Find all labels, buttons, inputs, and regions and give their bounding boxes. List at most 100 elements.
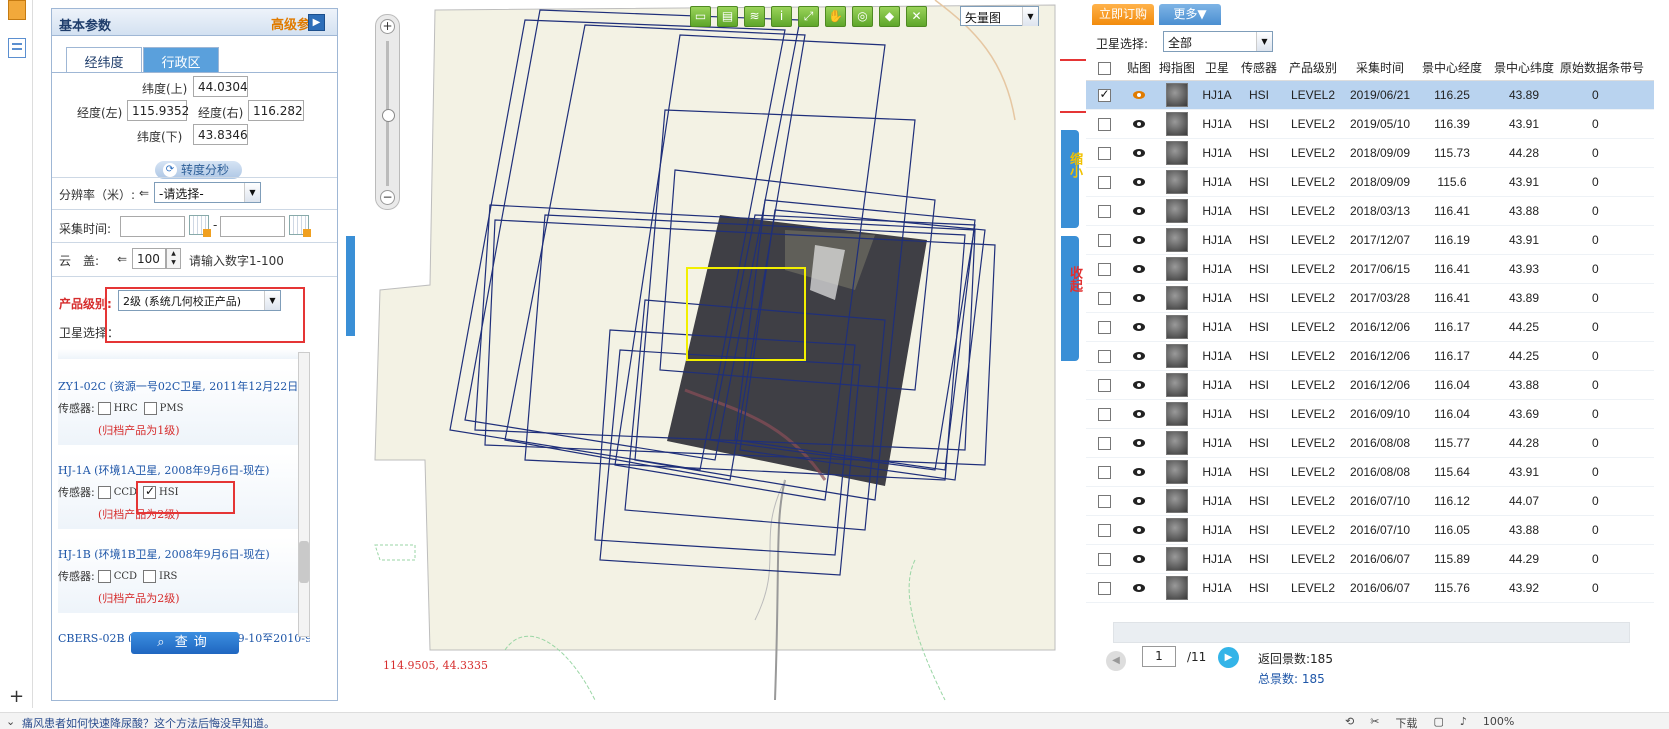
eye-icon[interactable] xyxy=(1133,352,1145,361)
pan-icon[interactable]: ▭ xyxy=(690,6,711,27)
row-select-cell[interactable] xyxy=(1086,80,1122,110)
table-row[interactable]: HJ1A HSI LEVEL2 2016/09/10 116.04 43.69 0 xyxy=(1086,399,1654,429)
eye-icon[interactable] xyxy=(1133,207,1145,216)
overlay-cell[interactable] xyxy=(1122,341,1156,371)
header-select-all[interactable] xyxy=(1086,56,1122,81)
order-now-button[interactable]: 立即订购 xyxy=(1092,4,1154,25)
table-row[interactable]: HJ1AHSILEVEL22019/06/21116.2543.890 xyxy=(1086,80,1654,110)
table-row[interactable]: HJ1A HSI LEVEL2 2016/07/10 116.12 44.07 0 xyxy=(1086,486,1654,516)
resolution-select[interactable]: -请选择- ▼ xyxy=(154,182,261,203)
overlay-cell[interactable] xyxy=(1122,399,1156,429)
lat-top-field[interactable]: 44.0304 xyxy=(193,76,248,97)
eye-icon[interactable] xyxy=(1133,323,1145,332)
overlay-cell[interactable] xyxy=(1122,109,1156,139)
sensor-checkbox[interactable] xyxy=(143,401,157,415)
overlay-cell[interactable] xyxy=(1122,515,1156,545)
thumbnail-image[interactable] xyxy=(1166,256,1188,281)
overlay-cell[interactable] xyxy=(1122,167,1156,197)
eye-icon[interactable] xyxy=(1133,555,1145,564)
thumbnail-image[interactable] xyxy=(1166,401,1188,426)
overlay-cell[interactable] xyxy=(1122,196,1156,226)
thumbnail-cell[interactable] xyxy=(1156,80,1198,110)
calendar-icon[interactable] xyxy=(289,215,311,237)
eye-icon[interactable] xyxy=(1133,265,1145,274)
row-checkbox[interactable] xyxy=(1097,204,1111,218)
thumbnail-image[interactable] xyxy=(1166,575,1188,600)
row-checkbox[interactable] xyxy=(1097,233,1111,247)
thumbnail-cell[interactable] xyxy=(1156,109,1198,139)
page-number-field[interactable]: 1 xyxy=(1142,646,1176,667)
row-checkbox[interactable] xyxy=(1097,407,1111,421)
thumbnail-image[interactable] xyxy=(1166,517,1188,542)
row-select-cell[interactable] xyxy=(1086,370,1122,400)
overlay-cell[interactable] xyxy=(1122,80,1156,110)
row-select-cell[interactable] xyxy=(1086,109,1122,139)
thumbnail-cell[interactable] xyxy=(1156,515,1198,545)
overlay-cell[interactable] xyxy=(1122,254,1156,284)
overlay-cell[interactable] xyxy=(1122,457,1156,487)
next-page-icon[interactable]: ▶ xyxy=(1218,647,1239,668)
table-row[interactable]: HJ1A HSI LEVEL2 2016/08/08 115.77 44.28 0 xyxy=(1086,428,1654,458)
thumbnail-image[interactable] xyxy=(1166,430,1188,455)
zoom-handle[interactable] xyxy=(382,109,395,122)
table-row[interactable]: HJ1A HSI LEVEL2 2016/12/06 116.17 44.25 0 xyxy=(1086,312,1654,342)
row-select-cell[interactable] xyxy=(1086,225,1122,255)
horizontal-scrollbar[interactable] xyxy=(1113,622,1630,643)
thumbnail-image[interactable] xyxy=(1166,285,1188,310)
eye-icon[interactable] xyxy=(1133,149,1145,158)
thumbnail-cell[interactable] xyxy=(1156,225,1198,255)
sensor-checkbox-checked[interactable] xyxy=(143,484,157,499)
sensor-checkbox[interactable] xyxy=(97,485,111,499)
sensor-checkbox[interactable] xyxy=(97,401,111,415)
table-row[interactable]: HJ1A HSI LEVEL2 2016/08/08 115.64 43.91 0 xyxy=(1086,457,1654,487)
calendar-icon[interactable] xyxy=(189,215,211,237)
row-select-cell[interactable] xyxy=(1086,138,1122,168)
scrollbar[interactable] xyxy=(298,352,310,637)
thumbnail-cell[interactable] xyxy=(1156,196,1198,226)
row-checkbox[interactable] xyxy=(1097,378,1111,392)
table-row[interactable]: HJ1A HSI LEVEL2 2016/06/07 115.76 43.92 0 xyxy=(1086,573,1654,603)
news-ticker[interactable]: 痛风患者如何快速降尿酸？这个方法后悔没早知道。 xyxy=(22,715,275,729)
map-layer-select[interactable]: 矢量图 ▼ xyxy=(960,6,1039,26)
cloud-stepper[interactable]: ▲ ▼ xyxy=(166,248,181,269)
expand-arrow-icon[interactable]: ▶ xyxy=(308,14,325,31)
layer-icon[interactable]: ◆ xyxy=(879,6,900,27)
cloud-field[interactable]: 100 xyxy=(132,248,166,269)
zoom-in-icon[interactable]: + xyxy=(380,19,395,34)
row-select-cell[interactable] xyxy=(1086,254,1122,284)
prev-page-icon[interactable]: ◀ xyxy=(1106,651,1126,671)
eye-icon[interactable] xyxy=(1133,410,1145,419)
table-row[interactable]: HJ1A HSI LEVEL2 2016/12/06 116.17 44.25 0 xyxy=(1086,341,1654,371)
thumbnail-cell[interactable] xyxy=(1156,544,1198,574)
table-row[interactable]: HJ1A HSI LEVEL2 2018/09/09 115.6 43.91 0 xyxy=(1086,167,1654,197)
thumbnail-cell[interactable] xyxy=(1156,486,1198,516)
product-level-select[interactable]: 2级 (系统几何校正产品) ▼ xyxy=(118,290,281,311)
measure-icon[interactable]: ≋ xyxy=(744,6,765,27)
row-checkbox[interactable] xyxy=(1097,146,1111,160)
thumbnail-cell[interactable] xyxy=(1156,399,1198,429)
thumbnail-cell[interactable] xyxy=(1156,312,1198,342)
thumbnail-image[interactable] xyxy=(1166,198,1188,223)
eye-icon[interactable] xyxy=(1133,236,1145,245)
thumbnail-image[interactable] xyxy=(1166,343,1188,368)
select-all-checkbox[interactable] xyxy=(1097,61,1111,75)
clear-icon[interactable]: ✕ xyxy=(906,6,927,27)
table-row[interactable]: HJ1A HSI LEVEL2 2016/12/06 116.04 43.88 0 xyxy=(1086,370,1654,400)
row-checkbox[interactable] xyxy=(1097,436,1111,450)
info-icon[interactable]: i xyxy=(771,6,792,27)
row-checkbox[interactable] xyxy=(1097,117,1111,131)
table-row[interactable]: HJ1A HSI LEVEL2 2017/12/07 116.19 43.91 0 xyxy=(1086,225,1654,255)
query-button[interactable]: ⌕ 查询 xyxy=(131,632,239,654)
tab-lonlat[interactable]: 经纬度 xyxy=(66,47,142,72)
thumbnail-cell[interactable] xyxy=(1156,283,1198,313)
row-checkbox[interactable] xyxy=(1097,465,1111,479)
chevron-down-icon[interactable]: ⌄ xyxy=(6,715,15,728)
row-select-cell[interactable] xyxy=(1086,428,1122,458)
lon-right-field[interactable]: 116.282 xyxy=(248,100,304,121)
thumbnail-image[interactable] xyxy=(1166,488,1188,513)
eye-icon[interactable] xyxy=(1133,91,1145,100)
thumbnail-image[interactable] xyxy=(1166,459,1188,484)
eye-icon[interactable] xyxy=(1133,468,1145,477)
thumbnail-cell[interactable] xyxy=(1156,138,1198,168)
table-row[interactable]: HJ1A HSI LEVEL2 2016/06/07 115.89 44.29 0 xyxy=(1086,544,1654,574)
